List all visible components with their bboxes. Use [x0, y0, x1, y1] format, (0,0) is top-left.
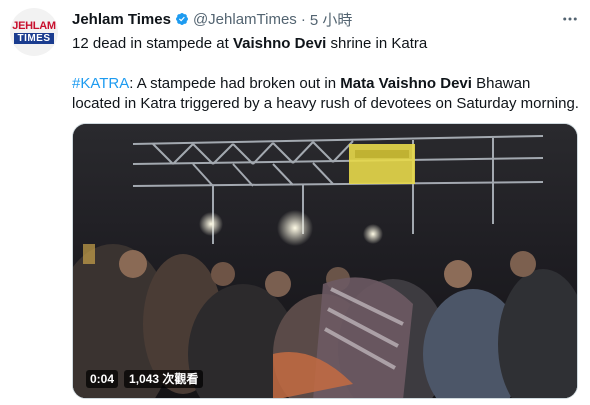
tweet[interactable]: JEHLAM TIMES Jehlam Times @JehlamTimes ·… [0, 0, 590, 405]
tweet-text-line-1: 12 dead in stampede at Vaishno Devi shri… [72, 34, 582, 54]
tweet-text-line-2: #KATRA: A stampede had broken out in Mat… [72, 74, 582, 94]
tweet-header: Jehlam Times @JehlamTimes · 5 小時 [72, 9, 353, 30]
text-bold-segment: Mata Vaishno Devi [340, 75, 472, 92]
avatar[interactable]: JEHLAM TIMES [10, 8, 58, 56]
separator-dot: · [300, 10, 306, 28]
author-handle[interactable]: @JehlamTimes [193, 11, 297, 28]
text-segment: Bhawan [471, 75, 531, 92]
author-name[interactable]: Jehlam Times [72, 11, 171, 28]
video-duration: 0:04 [86, 370, 119, 388]
avatar-logo-bottom: TIMES [14, 32, 54, 44]
more-dots-icon [563, 17, 577, 21]
video-player[interactable] [72, 123, 578, 399]
text-segment: : A stampede had broken out in [129, 75, 341, 92]
text-segment: shrine in Katra [326, 35, 428, 52]
hashtag-link[interactable]: #KATRA [72, 75, 129, 92]
text-segment: 12 dead in stampede at [72, 35, 233, 52]
tweet-timestamp[interactable]: 5 小時 [310, 9, 353, 30]
tweet-text-line-3: located in Katra triggered by a heavy ru… [72, 95, 579, 112]
more-options-icon[interactable] [560, 10, 580, 28]
tweet-text: 12 dead in stampede at Vaishno Devi shri… [72, 34, 582, 114]
video-meta: 0:04 1,043 次觀看 [86, 370, 204, 388]
text-bold-segment: Vaishno Devi [232, 35, 327, 52]
video-frame [73, 124, 577, 398]
verified-badge-icon [175, 13, 188, 25]
avatar-logo-top: JEHLAM [12, 19, 56, 32]
video-view-count: 1,043 次觀看 [124, 370, 204, 388]
